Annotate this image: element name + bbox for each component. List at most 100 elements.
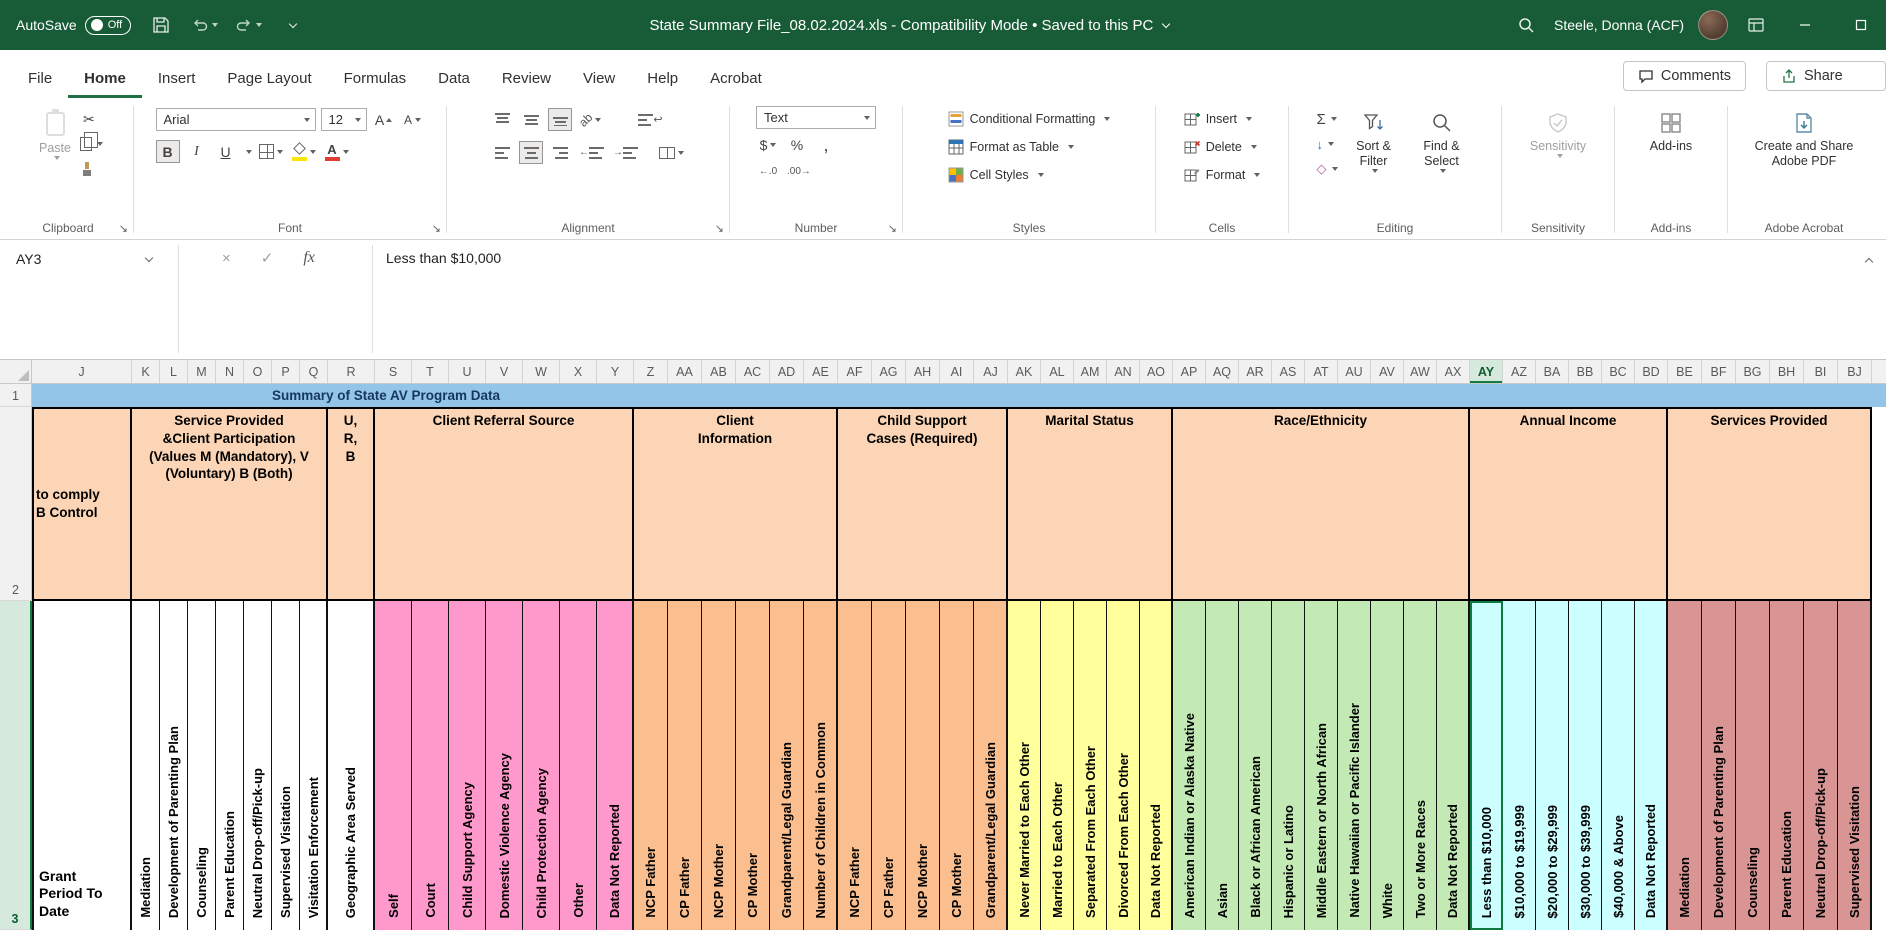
column-label-cell[interactable]: Separated From Each Other	[1074, 601, 1107, 930]
undo-dropdown-icon[interactable]	[212, 23, 218, 27]
borders-button[interactable]	[257, 140, 285, 163]
column-header[interactable]: AJ	[974, 360, 1008, 383]
column-label-cell[interactable]: Development of Parenting Plan	[1702, 601, 1736, 930]
column-label-cell[interactable]: Data Not Reported	[1140, 601, 1173, 930]
column-label-cell[interactable]: Self	[375, 601, 412, 930]
column-header[interactable]: AV	[1371, 360, 1404, 383]
user-avatar[interactable]	[1698, 10, 1728, 40]
conditional-formatting-button[interactable]: Conditional Formatting	[944, 106, 1115, 131]
column-label-cell[interactable]: Court	[412, 601, 449, 930]
column-header[interactable]: AL	[1041, 360, 1074, 383]
column-header[interactable]: AG	[872, 360, 906, 383]
column-header[interactable]: X	[560, 360, 597, 383]
column-header[interactable]: BB	[1569, 360, 1602, 383]
column-label-cell[interactable]: Number of Children in Common	[804, 601, 838, 930]
format-painter-button[interactable]	[83, 158, 103, 180]
column-header[interactable]: BC	[1602, 360, 1635, 383]
bottom-align-button[interactable]	[548, 108, 572, 131]
clipboard-dialog-launcher-icon[interactable]: ↘	[119, 224, 128, 235]
fill-color-button[interactable]	[290, 140, 318, 163]
column-label-cell[interactable]: Counseling	[1736, 601, 1770, 930]
font-color-button[interactable]: A	[323, 140, 351, 163]
cell-styles-button[interactable]: Cell Styles	[944, 162, 1048, 187]
column-header[interactable]: Z	[634, 360, 668, 383]
column-header[interactable]: AT	[1305, 360, 1338, 383]
column-label-cell[interactable]: Parent Education	[1770, 601, 1804, 930]
column-label-cell[interactable]: Supervised Visitation	[1838, 601, 1872, 930]
minimize-button[interactable]	[1784, 5, 1826, 45]
column-header[interactable]: AU	[1338, 360, 1371, 383]
menu-tab[interactable]: Acrobat	[694, 58, 778, 98]
column-label-cell[interactable]: Data Not Reported	[1635, 601, 1668, 930]
column-label-cell[interactable]: Grandparent/Legal Guardian	[770, 601, 804, 930]
decrease-font-size-button[interactable]: A	[401, 108, 425, 131]
group-header-cell[interactable]: Annual Income	[1470, 407, 1668, 601]
column-label-cell[interactable]: Native Hawaiian or Pacific Islander	[1338, 601, 1371, 930]
column-label-cell[interactable]: $20,000 to $29,999	[1536, 601, 1569, 930]
select-all-button[interactable]	[0, 360, 32, 383]
group-header-cell[interactable]: Race/Ethnicity	[1173, 407, 1470, 601]
column-label-cell[interactable]: Geographic Area Served	[328, 601, 375, 930]
column-label-cell[interactable]: Neutral Drop-off/Pick-up	[244, 601, 272, 930]
column-header[interactable]: V	[486, 360, 523, 383]
column-header[interactable]: AW	[1404, 360, 1437, 383]
column-header[interactable]: BJ	[1838, 360, 1872, 383]
column-label-cell[interactable]: Data Not Reported	[1437, 601, 1470, 930]
document-title[interactable]: State Summary File_08.02.2024.xls - Comp…	[307, 17, 1512, 34]
increase-indent-button[interactable]: →	[611, 141, 640, 164]
column-header[interactable]: AP	[1173, 360, 1206, 383]
column-label-cell[interactable]: Supervised Visitation	[272, 601, 300, 930]
column-label-cell[interactable]: CP Mother	[940, 601, 974, 930]
column-label-cell[interactable]: $30,000 to $39,999	[1569, 601, 1602, 930]
column-label-cell[interactable]: NCP Mother	[702, 601, 736, 930]
menu-tab[interactable]: Insert	[142, 58, 212, 98]
ribbon-display-options-icon[interactable]	[1742, 11, 1770, 39]
redo-dropdown-icon[interactable]	[256, 23, 262, 27]
group-header-cell[interactable]: U, R, B	[328, 407, 375, 601]
column-header[interactable]: T	[412, 360, 449, 383]
increase-font-size-button[interactable]: A	[372, 108, 396, 131]
column-label-cell[interactable]: Divorced From Each Other	[1107, 601, 1140, 930]
menu-tab[interactable]: Review	[486, 58, 567, 98]
column-header[interactable]: Q	[300, 360, 328, 383]
align-left-button[interactable]	[490, 141, 514, 164]
column-label-cell[interactable]: CP Father	[668, 601, 702, 930]
banner-cell[interactable]: Summary of State AV Program Data	[32, 384, 1886, 407]
decrease-indent-button[interactable]: ←	[577, 141, 606, 164]
column-header[interactable]: AF	[838, 360, 872, 383]
wrap-text-button[interactable]: ↩	[636, 108, 664, 131]
column-label-cell[interactable]: Child Support Agency	[449, 601, 486, 930]
group-header-cell[interactable]: Marital Status	[1008, 407, 1173, 601]
group-header-cell[interactable]: Child Support Cases (Required)	[838, 407, 1008, 601]
paste-button[interactable]: Paste	[33, 106, 77, 215]
column-label-cell[interactable]: Asian	[1206, 601, 1239, 930]
underline-dropdown-icon[interactable]	[246, 150, 252, 154]
column-header[interactable]: Y	[597, 360, 634, 383]
column-header[interactable]: R	[328, 360, 375, 383]
column-label-cell[interactable]: Black or African American	[1239, 601, 1272, 930]
menu-tab[interactable]: File	[12, 58, 68, 98]
middle-align-button[interactable]	[519, 108, 543, 131]
column-label-cell[interactable]: Development of Parenting Plan	[160, 601, 188, 930]
fill-button[interactable]: ↓	[1317, 133, 1338, 155]
column-header[interactable]: AK	[1008, 360, 1041, 383]
column-header[interactable]: AY	[1470, 360, 1503, 383]
formula-input[interactable]: Less than $10,000	[386, 250, 501, 266]
column-header[interactable]: AB	[702, 360, 736, 383]
column-header[interactable]: BE	[1668, 360, 1702, 383]
column-header[interactable]: AN	[1107, 360, 1140, 383]
comma-style-button[interactable]: ,	[814, 134, 838, 157]
number-dialog-launcher-icon[interactable]: ↘	[888, 224, 897, 235]
column-header[interactable]: BG	[1736, 360, 1770, 383]
name-box[interactable]: AY3	[10, 246, 160, 272]
insert-function-button[interactable]: fx	[303, 249, 315, 267]
column-label-cell[interactable]: $40,000 & Above	[1602, 601, 1635, 930]
column-header[interactable]: W	[523, 360, 560, 383]
column-header[interactable]: AO	[1140, 360, 1173, 383]
column-label-cell[interactable]: Domestic Violence Agency	[486, 601, 523, 930]
menu-tab[interactable]: Formulas	[328, 58, 423, 98]
column-header[interactable]: AC	[736, 360, 770, 383]
group-header-cell[interactable]: Service Provided &Client Participation (…	[132, 407, 328, 601]
column-label-cell[interactable]: Middle Eastern or North African	[1305, 601, 1338, 930]
column-header[interactable]: S	[375, 360, 412, 383]
